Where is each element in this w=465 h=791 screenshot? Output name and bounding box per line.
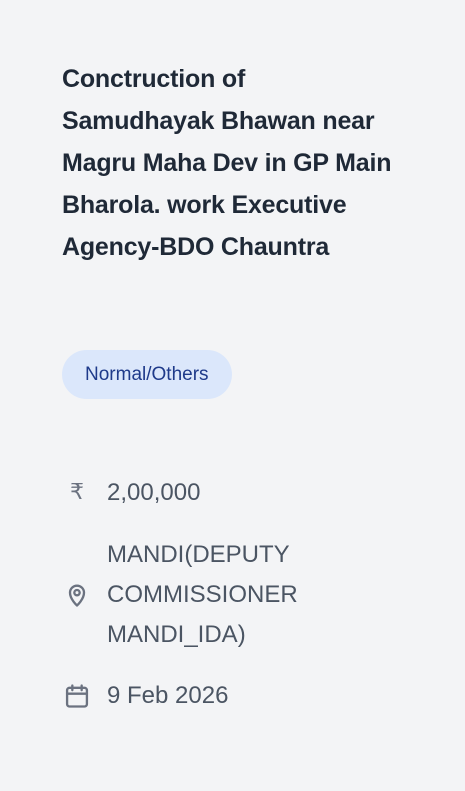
date-row: 9 Feb 2026 — [62, 676, 228, 716]
calendar-icon — [62, 681, 92, 711]
category-badge: Normal/Others — [62, 350, 232, 399]
work-card[interactable]: Conctruction of Samudhayak Bhawan near M… — [0, 0, 465, 791]
location-row: MANDI(DEPUTY COMMISSIONER MANDI_IDA) — [62, 535, 298, 655]
work-title: Conctruction of Samudhayak Bhawan near M… — [62, 65, 392, 261]
amount-value: 2,00,000 — [107, 479, 201, 506]
location-value: MANDI(DEPUTY COMMISSIONER MANDI_IDA) — [107, 541, 298, 648]
amount-row: ₹ 2,00,000 — [62, 473, 200, 513]
date-value: 9 Feb 2026 — [107, 682, 229, 709]
rupee-icon: ₹ — [62, 478, 92, 508]
map-pin-icon — [62, 580, 92, 610]
rupee-symbol: ₹ — [70, 480, 84, 505]
